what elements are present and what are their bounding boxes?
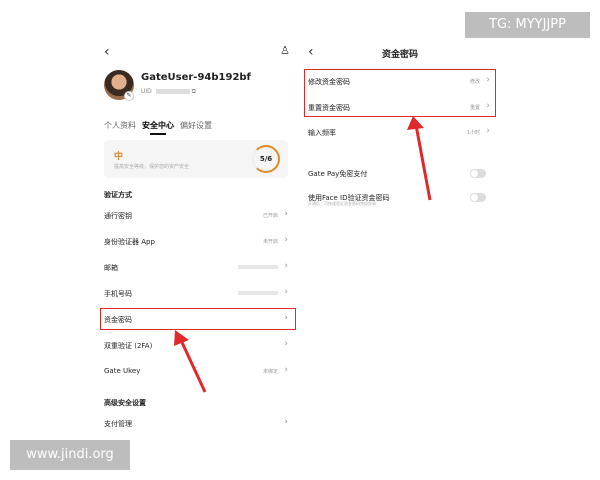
row-label: 输入频率 <box>308 129 336 137</box>
tab-profile[interactable]: 个人资料 <box>104 120 136 131</box>
chevron-right-icon: › <box>284 287 288 297</box>
row-label: 支付管理 <box>104 420 132 428</box>
row-value: 未绑定 <box>262 369 278 375</box>
copy-icon[interactable]: ⧉ <box>192 88 196 95</box>
edit-avatar-icon[interactable]: ✎ <box>124 91 134 101</box>
gatepay-toggle[interactable] <box>470 169 486 178</box>
security-level-desc: 提高安全等级，保护您的资产安全 <box>114 164 190 170</box>
row-subtext: 开通后，可快速验证资金密码完成交易 <box>308 201 376 206</box>
row-label: Gate Pay免密支付 <box>308 170 368 178</box>
security-score: 5/6 <box>259 155 273 163</box>
row-value: 未开启 <box>262 239 278 245</box>
security-level: 中 <box>114 152 124 162</box>
row-label: 双重验证 (2FA) <box>104 342 153 350</box>
row-value: 已开启 <box>262 213 278 219</box>
row-authenticator-app[interactable]: 身份验证器 App 未开启 › <box>104 232 290 250</box>
tab-bar: 个人资料 安全中心 偏好设置 <box>104 120 290 135</box>
chevron-right-icon: › <box>486 126 490 136</box>
row-label: 邮箱 <box>104 264 118 272</box>
security-center-screen: ‹ ♙ ✎ GateUser-94b192bf UID ⧉ 个人资料 安全中心 … <box>96 40 298 435</box>
row-gate-ukey[interactable]: Gate Ukey 未绑定 › <box>104 362 290 380</box>
row-payment-management[interactable]: 支付管理 › <box>104 414 290 432</box>
row-label: 手机号码 <box>104 290 132 298</box>
row-label: 通行密钥 <box>104 212 132 220</box>
top-bar: ‹ 资金密码 <box>300 40 500 64</box>
row-passkey[interactable]: 通行密钥 已开启 › <box>104 206 290 224</box>
watermark-top-right: TG: MYYJJPP <box>465 12 590 38</box>
tab-security-center[interactable]: 安全中心 <box>142 120 174 135</box>
user-profile: ✎ GateUser-94b192bf UID ⧉ <box>104 70 290 102</box>
phone-value-blurred <box>238 291 278 295</box>
uid-value-blurred <box>155 89 190 94</box>
verify-section-title: 验证方式 <box>104 191 132 199</box>
row-label: 身份验证器 App <box>104 238 155 246</box>
uid-label: UID <box>141 88 152 95</box>
back-icon[interactable]: ‹ <box>104 44 110 60</box>
top-bar: ‹ ♙ <box>96 40 298 64</box>
chevron-right-icon: › <box>284 261 288 271</box>
row-phone[interactable]: 手机号码 › <box>104 284 290 302</box>
security-level-card[interactable]: 中 提高安全等级，保护您的资产安全 5/6 <box>104 140 288 178</box>
fund-password-screen: ‹ 资金密码 修改资金密码 修改 › 重置资金密码 重置 › 输入频率 1小时 … <box>300 40 500 340</box>
row-label: Gate Ukey <box>104 367 141 375</box>
watermark-bottom-left: www.jindi.org <box>10 440 130 470</box>
user-uid: UID ⧉ <box>141 88 196 96</box>
page-title: 资金密码 <box>381 50 418 60</box>
face-id-toggle[interactable] <box>470 193 486 202</box>
email-value-blurred <box>238 265 278 269</box>
advanced-section-title: 高级安全设置 <box>104 399 146 407</box>
row-2fa[interactable]: 双重验证 (2FA) › <box>104 336 290 354</box>
chevron-right-icon: › <box>284 339 288 349</box>
chevron-right-icon: › <box>284 417 288 427</box>
row-gatepay-no-password: Gate Pay免密支付 <box>308 164 492 182</box>
row-face-id: 使用Face ID验证资金密码 开通后，可快速验证资金密码完成交易 <box>308 188 492 212</box>
tab-preferences[interactable]: 偏好设置 <box>180 120 212 131</box>
chevron-right-icon: › <box>284 365 288 375</box>
row-input-frequency[interactable]: 输入频率 1小时 › <box>308 123 492 141</box>
row-value: 1小时 <box>466 130 480 136</box>
chevron-right-icon: › <box>284 209 288 219</box>
row-email[interactable]: 邮箱 › <box>104 258 290 276</box>
chevron-right-icon: › <box>284 235 288 245</box>
security-score-ring: 5/6 <box>252 145 280 173</box>
highlight-box-change-reset <box>304 69 496 117</box>
user-settings-icon[interactable]: ♙ <box>280 44 290 57</box>
user-name: GateUser-94b192bf <box>141 72 251 83</box>
highlight-box-fund-password <box>100 308 296 330</box>
